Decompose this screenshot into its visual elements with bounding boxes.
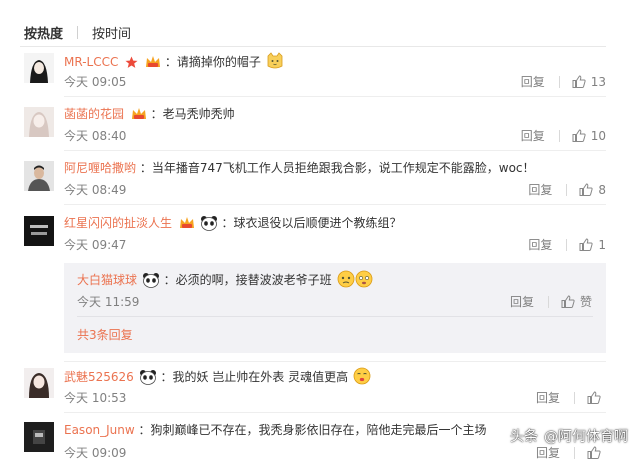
panda-emoji-icon [139, 369, 157, 389]
action-divider [574, 446, 575, 459]
avatar[interactable] [24, 53, 54, 83]
like-label: 赞 [579, 295, 592, 309]
avatar-image-icon [24, 368, 54, 398]
divider [64, 361, 606, 362]
cat-emoji-icon [266, 52, 284, 74]
thumbs-up-icon [587, 391, 601, 404]
avatar-image-icon [24, 53, 54, 83]
avatar-image-icon [24, 422, 54, 452]
reply-button[interactable]: 回复 [528, 181, 552, 198]
thumbs-up-icon [579, 238, 593, 251]
reply-button[interactable]: 回复 [536, 444, 560, 461]
divider [64, 204, 606, 205]
username[interactable]: 阿尼喱哈撒哟 [64, 161, 136, 175]
reply-button[interactable]: 回复 [536, 389, 560, 406]
watermark: 头条 @阿何体育啊 [510, 426, 628, 446]
username[interactable]: 菡菡的花园 [64, 107, 124, 121]
username[interactable]: MR-LCCC [64, 55, 118, 69]
thumbs-up-icon [587, 446, 601, 459]
like-button[interactable]: 13 [572, 75, 606, 89]
avatar[interactable] [24, 422, 54, 452]
action-divider [558, 129, 560, 142]
divider [20, 46, 606, 47]
like-button[interactable] [587, 446, 606, 459]
comment-time: 今天 10:53 [64, 391, 127, 405]
like-count: 13 [590, 74, 606, 89]
tab-sort-time[interactable]: 按时间 [92, 23, 131, 42]
comment-text: ：球衣退役以后顺便进个教练组？ [221, 216, 402, 230]
comment-time: 今天 08:49 [64, 183, 127, 197]
action-divider [566, 183, 568, 196]
sort-tabs: 按热度 按时间 [24, 22, 131, 42]
tab-divider [77, 25, 79, 39]
thumbs-up-icon [579, 183, 593, 196]
sub-reply-box: 大白猫球球 ：必须的啊，接替波波老爷子班 今天 11:59 回复 赞 共3条回复 [64, 263, 606, 353]
divider [77, 316, 593, 317]
sub-reply-text: ：必须的啊，接替波波老爷子班 [163, 273, 332, 287]
tab-sort-hot[interactable]: 按热度 [24, 23, 63, 42]
member-crown-icon [145, 55, 161, 73]
like-button[interactable]: 赞 [561, 293, 592, 310]
like-count: 8 [598, 182, 606, 197]
avatar-image-icon [24, 216, 54, 246]
comment-text: ：当年播音747飞机工作人员拒绝跟我合影，说工作规定不能露脸，woc！ [139, 161, 535, 175]
member-crown-icon [179, 216, 195, 234]
more-replies-link[interactable]: 共3条回复 [77, 326, 133, 343]
divider [64, 96, 606, 97]
avatar-image-icon [24, 107, 54, 137]
watermark-account: @阿何体育啊 [544, 429, 628, 445]
username[interactable]: 武魅525626 [64, 370, 134, 384]
reply-button[interactable]: 回复 [528, 236, 552, 253]
reply-button[interactable]: 回复 [521, 73, 545, 90]
avatar[interactable] [24, 161, 54, 191]
reply-button[interactable]: 回复 [521, 127, 545, 144]
panda-emoji-icon [142, 272, 160, 291]
star-badge-icon [125, 56, 138, 73]
comment-text: ：请摘掉你的帽子 [164, 55, 261, 69]
avatar-image-icon [24, 161, 54, 191]
comment-text: ：狗刺巅峰已不存在，我秃身影依旧存在，陪他走完最后一个主场 [138, 423, 487, 437]
sub-reply-time: 今天 11:59 [77, 295, 140, 309]
action-divider [547, 295, 549, 308]
username[interactable]: Eason_Junw [64, 423, 135, 437]
username[interactable]: 红星闪闪的扯淡人生 [64, 216, 172, 230]
sub-reply-username[interactable]: 大白猫球球 [77, 273, 137, 287]
panda-emoji-icon [200, 215, 218, 235]
avatar[interactable] [24, 216, 54, 246]
like-count: 10 [590, 128, 606, 143]
avatar[interactable] [24, 368, 54, 398]
member-crown-icon [131, 107, 147, 125]
comment-text: ：老马秃帅秃帅 [150, 107, 235, 121]
action-divider [566, 238, 568, 251]
thumbs-up-icon [572, 75, 586, 88]
thumbs-up-icon [572, 129, 586, 142]
comment-text: ：我的妖 岂止帅在外表 灵魂值更高 [160, 370, 349, 384]
comment-time: 今天 08:40 [64, 129, 127, 143]
reply-button[interactable]: 回复 [510, 293, 534, 310]
kiss-emoji-icon [353, 367, 371, 389]
watermark-brand: 头条 [510, 429, 538, 445]
like-button[interactable]: 1 [579, 238, 606, 252]
like-button[interactable]: 10 [572, 129, 606, 143]
avatar[interactable] [24, 107, 54, 137]
worried-emoji-icon [337, 270, 373, 291]
like-button[interactable]: 8 [579, 183, 606, 197]
like-button[interactable] [587, 391, 606, 404]
like-count: 1 [598, 237, 606, 252]
comment-time: 今天 09:09 [64, 446, 127, 460]
action-divider [574, 391, 575, 404]
action-divider [558, 75, 560, 88]
divider [64, 150, 606, 151]
thumbs-up-icon [561, 295, 575, 308]
comment-time: 今天 09:05 [64, 75, 127, 89]
divider [64, 412, 606, 413]
comment-time: 今天 09:47 [64, 238, 127, 252]
